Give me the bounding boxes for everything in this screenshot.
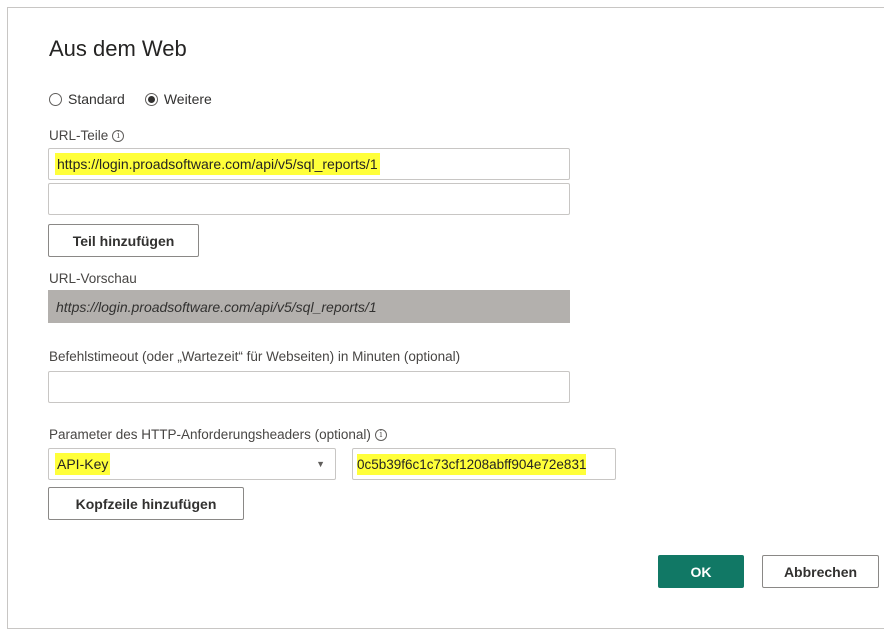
- header-name-value: API-Key: [55, 453, 111, 475]
- dialog-title: Aus dem Web: [49, 36, 187, 61]
- radio-weitere[interactable]: [144, 92, 158, 106]
- chevron-down-icon: ▼: [316, 459, 325, 469]
- timeout-label: Befehlstimeout (oder „Wartezeit“ für Web…: [49, 349, 461, 364]
- radio-standard[interactable]: [49, 92, 62, 106]
- header-name-select[interactable]: API-Key ▼: [48, 448, 336, 480]
- headers-label: Parameter des HTTP-Anforderungsheaders (…: [49, 427, 387, 442]
- radio-weitere-label[interactable]: Weitere: [164, 91, 212, 107]
- info-icon[interactable]: i: [374, 428, 387, 441]
- url-preview-field: https://login.proadsoftware.com/api/v5/s…: [48, 290, 570, 323]
- info-icon[interactable]: i: [112, 129, 125, 142]
- ok-button[interactable]: OK: [658, 555, 744, 588]
- url-parts-label-text: URL-Teile: [49, 128, 109, 143]
- add-header-button[interactable]: Kopfzeile hinzufügen: [48, 487, 244, 520]
- timeout-input[interactable]: [48, 371, 570, 403]
- url-part-2-input[interactable]: [48, 183, 570, 215]
- header-value-text: 0c5b39f6c1c73cf1208abff904e72e831: [357, 453, 587, 475]
- cancel-button[interactable]: Abbrechen: [762, 555, 879, 588]
- url-parts-label: URL-Teile i: [49, 128, 125, 143]
- radio-standard-label[interactable]: Standard: [68, 91, 125, 107]
- add-part-button[interactable]: Teil hinzufügen: [48, 224, 199, 257]
- url-part-1-input[interactable]: https://login.proadsoftware.com/api/v5/s…: [48, 148, 570, 180]
- headers-label-text: Parameter des HTTP-Anforderungsheaders (…: [49, 427, 371, 442]
- url-preview-value: https://login.proadsoftware.com/api/v5/s…: [56, 298, 377, 315]
- url-preview-label: URL-Vorschau: [49, 271, 137, 286]
- header-value-input[interactable]: 0c5b39f6c1c73cf1208abff904e72e831: [352, 448, 616, 480]
- mode-radio-group: Standard Weitere: [49, 91, 232, 107]
- url-part-1-value: https://login.proadsoftware.com/api/v5/s…: [55, 153, 380, 175]
